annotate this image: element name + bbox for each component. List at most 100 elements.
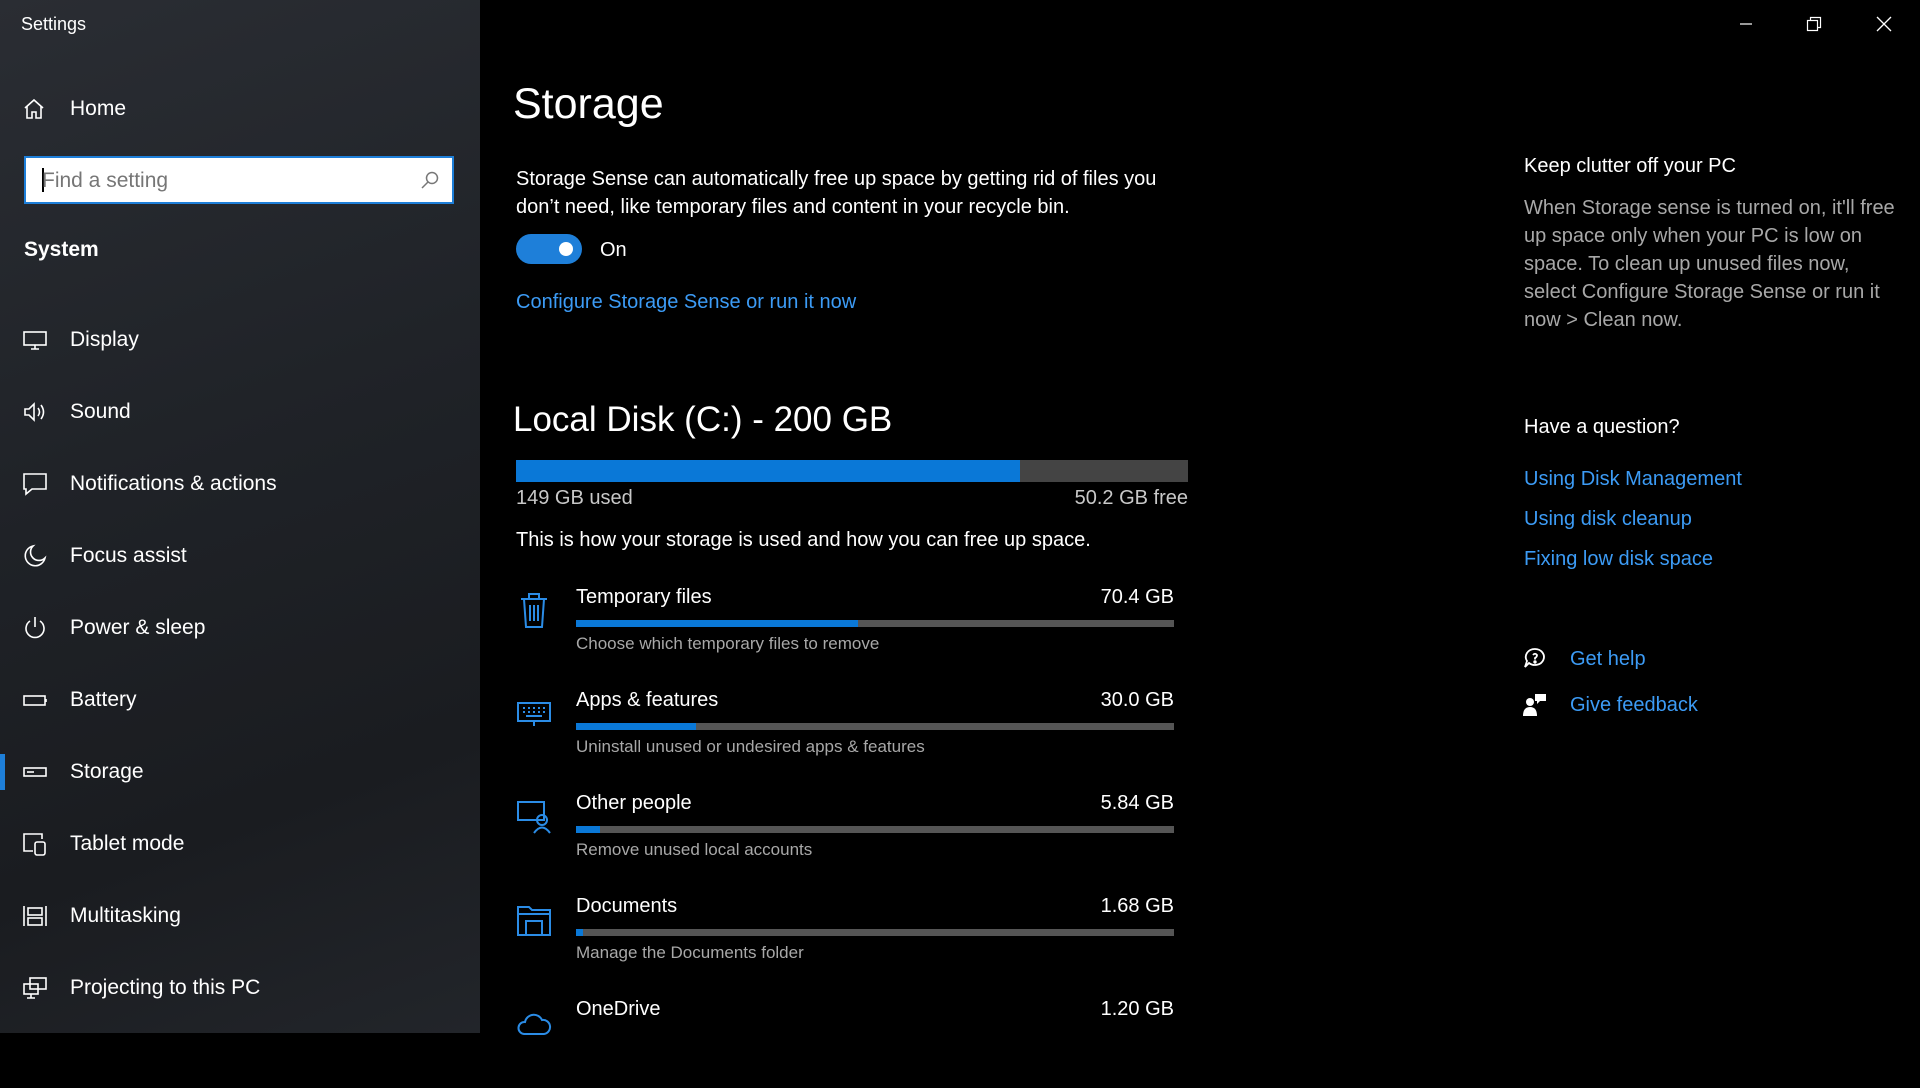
category-name: OneDrive <box>576 998 661 1020</box>
onedrive-icon <box>517 1013 552 1035</box>
sidebar-item-label: Storage <box>70 760 144 783</box>
notifications-icon <box>23 473 47 496</box>
sidebar-item-sound[interactable]: Sound <box>0 382 480 442</box>
apps-icon <box>517 702 551 726</box>
category-documents[interactable]: Documents 1.68 GB Manage the Documents f… <box>510 895 1190 985</box>
category-usage-bar <box>576 723 1174 730</box>
get-help-button[interactable]: Get help <box>1522 642 1646 676</box>
section-title: System <box>24 238 99 261</box>
sidebar-item-power-sleep[interactable]: Power & sleep <box>0 598 480 658</box>
category-size: 5.84 GB <box>1100 792 1174 814</box>
sidebar-item-label: Battery <box>70 688 137 711</box>
category-name: Documents <box>576 895 678 917</box>
sidebar-item-storage[interactable]: Storage <box>0 742 480 802</box>
give-feedback-label: Give feedback <box>1570 693 1698 716</box>
category-size: 1.20 GB <box>1100 998 1174 1020</box>
tablet-mode-icon <box>23 833 46 856</box>
close-button[interactable] <box>1850 0 1918 48</box>
page-title: Storage <box>513 80 664 128</box>
search-box[interactable] <box>24 156 454 204</box>
category-size: 30.0 GB <box>1100 689 1174 711</box>
home-label: Home <box>70 97 127 120</box>
get-help-icon <box>1524 648 1545 668</box>
category-apps-features[interactable]: Apps & features 30.0 GB Uninstall unused… <box>510 689 1190 779</box>
category-usage-bar <box>576 620 1174 627</box>
disk-title: Local Disk (C:) - 200 GB <box>513 400 893 439</box>
toggle-knob <box>559 242 573 256</box>
fixing-low-disk-space-link[interactable]: Fixing low disk space <box>1524 548 1713 571</box>
other-people-icon <box>517 801 551 834</box>
disk-used-label: 149 GB used <box>516 487 633 509</box>
category-usage-fill <box>576 723 696 730</box>
category-usage-fill <box>576 929 584 936</box>
minimize-icon <box>1740 23 1752 25</box>
sidebar-item-label: Power & sleep <box>70 616 206 639</box>
category-usage-bar <box>576 929 1174 936</box>
category-name: Apps & features <box>576 689 719 711</box>
battery-icon <box>23 695 47 706</box>
focus-assist-icon <box>24 544 47 567</box>
sidebar-item-label: Tablet mode <box>70 832 185 855</box>
sidebar-item-label: Focus assist <box>70 544 187 567</box>
sidebar-item-label: Notifications & actions <box>70 472 277 495</box>
give-feedback-icon <box>1523 694 1546 716</box>
display-icon <box>23 331 47 350</box>
category-name: Temporary files <box>576 586 712 608</box>
sound-icon <box>24 402 45 422</box>
usage-description: This is how your storage is used and how… <box>516 529 1091 551</box>
disk-free-label: 50.2 GB free <box>1074 487 1188 509</box>
sidebar-item-display[interactable]: Display <box>0 310 480 370</box>
category-description: Choose which temporary files to remove <box>576 634 880 653</box>
toggle-state-label: On <box>600 239 627 261</box>
sidebar-item-multitasking[interactable]: Multitasking <box>0 886 480 946</box>
category-size: 1.68 GB <box>1100 895 1174 917</box>
category-other-people[interactable]: Other people 5.84 GB Remove unused local… <box>510 792 1190 882</box>
sidebar-item-focus-assist[interactable]: Focus assist <box>0 526 480 586</box>
storage-icon <box>23 767 47 777</box>
close-icon <box>1876 16 1892 32</box>
disk-usage-fill <box>516 460 1020 482</box>
configure-storage-sense-link[interactable]: Configure Storage Sense or run it now <box>516 291 856 314</box>
restore-button[interactable] <box>1780 0 1848 48</box>
sidebar-item-notifications[interactable]: Notifications & actions <box>0 454 480 514</box>
sidebar-item-label: Multitasking <box>70 904 181 927</box>
give-feedback-button[interactable]: Give feedback <box>1522 688 1698 722</box>
using-disk-cleanup-link[interactable]: Using disk cleanup <box>1524 508 1692 531</box>
trash-icon <box>521 593 547 628</box>
sidebar-item-battery[interactable]: Battery <box>0 670 480 730</box>
active-indicator <box>0 754 5 790</box>
storage-sense-toggle[interactable] <box>516 234 582 264</box>
home-button[interactable]: Home <box>22 92 126 126</box>
question-heading: Have a question? <box>1524 416 1680 438</box>
category-description: Manage the Documents folder <box>576 943 804 962</box>
power-icon <box>25 617 45 639</box>
minimize-button[interactable] <box>1712 0 1780 48</box>
category-size: 70.4 GB <box>1100 586 1174 608</box>
category-temporary-files[interactable]: Temporary files 70.4 GB Choose which tem… <box>510 586 1190 676</box>
category-usage-bar <box>576 826 1174 833</box>
app-title: Settings <box>21 14 87 34</box>
sidebar-item-label: Projecting to this PC <box>70 976 261 999</box>
search-icon[interactable] <box>420 170 440 190</box>
multitasking-icon <box>23 906 47 926</box>
restore-icon <box>1806 16 1822 32</box>
documents-icon <box>517 906 551 936</box>
home-icon <box>24 98 44 119</box>
disk-usage-bar <box>516 460 1188 482</box>
category-description: Remove unused local accounts <box>576 840 813 859</box>
category-description: Uninstall unused or undesired apps & fea… <box>576 737 925 756</box>
sidebar-item-label: Sound <box>70 400 131 423</box>
projecting-icon <box>23 977 47 999</box>
using-disk-management-link[interactable]: Using Disk Management <box>1524 468 1742 491</box>
category-onedrive[interactable]: OneDrive 1.20 GB <box>510 998 1190 1088</box>
sidebar-item-label: Display <box>70 328 139 351</box>
get-help-label: Get help <box>1570 647 1646 670</box>
sidebar-item-projecting[interactable]: Projecting to this PC <box>0 958 480 1018</box>
sidebar: Settings Home System Display Sound Notif… <box>0 0 480 1033</box>
category-name: Other people <box>576 792 692 814</box>
category-usage-fill <box>576 826 600 833</box>
storage-sense-description: Storage Sense can automatically free up … <box>516 168 1157 218</box>
category-usage-fill <box>576 620 859 627</box>
sidebar-item-tablet-mode[interactable]: Tablet mode <box>0 814 480 874</box>
search-input[interactable] <box>40 158 404 204</box>
